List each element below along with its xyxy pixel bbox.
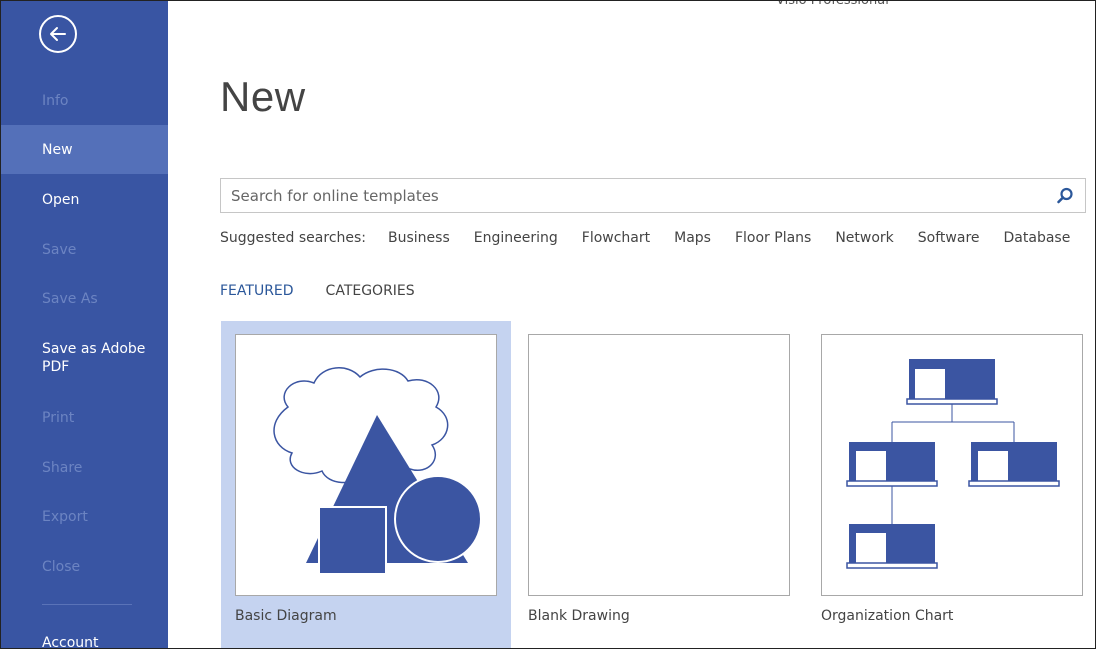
template-caption: Organization Chart — [821, 608, 954, 624]
tab-categories[interactable]: CATEGORIES — [326, 283, 415, 299]
nav-item-new-label: New — [42, 141, 73, 158]
suggested-tag-flowchart[interactable]: Flowchart — [582, 230, 650, 250]
nav-item-account[interactable]: Account — [1, 634, 168, 648]
suggested-searches-label: Suggested searches: — [220, 230, 367, 246]
suggested-tag-business[interactable]: Business — [388, 230, 450, 250]
search-icon[interactable] — [1055, 186, 1075, 206]
page-title: New — [220, 73, 306, 120]
nav-item-info: Info — [42, 93, 69, 109]
nav-item-open[interactable]: Open — [1, 191, 168, 209]
template-organization-chart[interactable]: Organization Chart — [807, 321, 1095, 648]
back-arrow-circle-icon — [50, 27, 66, 41]
template-thumbnail — [528, 334, 790, 596]
template-caption: Basic Diagram — [235, 608, 337, 624]
suggested-tag-database[interactable]: Database — [1004, 230, 1071, 250]
suggested-tag-floor-plans[interactable]: Floor Plans — [735, 230, 811, 250]
suggested-searches: Suggested searches: Business Engineering… — [220, 230, 1095, 250]
backstage-sidebar: Info New Open Save Save As Save as Adobe… — [1, 1, 168, 648]
suggested-tag-network[interactable]: Network — [835, 230, 893, 250]
nav-item-share: Share — [42, 460, 83, 476]
nav-item-close: Close — [42, 559, 81, 575]
suggested-tag-maps[interactable]: Maps — [674, 230, 711, 250]
sidebar-divider — [42, 604, 132, 605]
back-button[interactable] — [39, 15, 77, 53]
basic-diagram-thumbnail-icon — [273, 367, 482, 575]
nav-item-save: Save — [42, 242, 77, 258]
template-tabs: FEATURED CATEGORIES — [220, 283, 447, 299]
window-title: Visio Professional — [776, 0, 889, 8]
suggested-tag-engineering[interactable]: Engineering — [474, 230, 558, 250]
template-search-box — [220, 178, 1086, 213]
app-window: Visio Professional Info New Open Save Sa… — [0, 0, 1096, 649]
template-caption: Blank Drawing — [528, 608, 630, 624]
nav-item-save-as: Save As — [42, 291, 98, 307]
nav-item-new[interactable]: New — [1, 125, 168, 174]
template-basic-diagram[interactable]: Basic Diagram — [221, 321, 511, 648]
suggested-tag-software[interactable]: Software — [918, 230, 980, 250]
template-thumbnail — [235, 334, 497, 596]
nav-item-print: Print — [42, 410, 75, 426]
template-thumbnail — [821, 334, 1083, 596]
nav-item-save-as-adobe-pdf[interactable]: Save as Adobe PDF — [1, 340, 146, 376]
tab-featured[interactable]: FEATURED — [220, 283, 294, 299]
search-input[interactable] — [221, 179, 1041, 212]
organization-chart-thumbnail-icon — [846, 359, 1060, 569]
template-blank-drawing[interactable]: Blank Drawing — [514, 321, 804, 648]
nav-item-export: Export — [42, 509, 88, 525]
